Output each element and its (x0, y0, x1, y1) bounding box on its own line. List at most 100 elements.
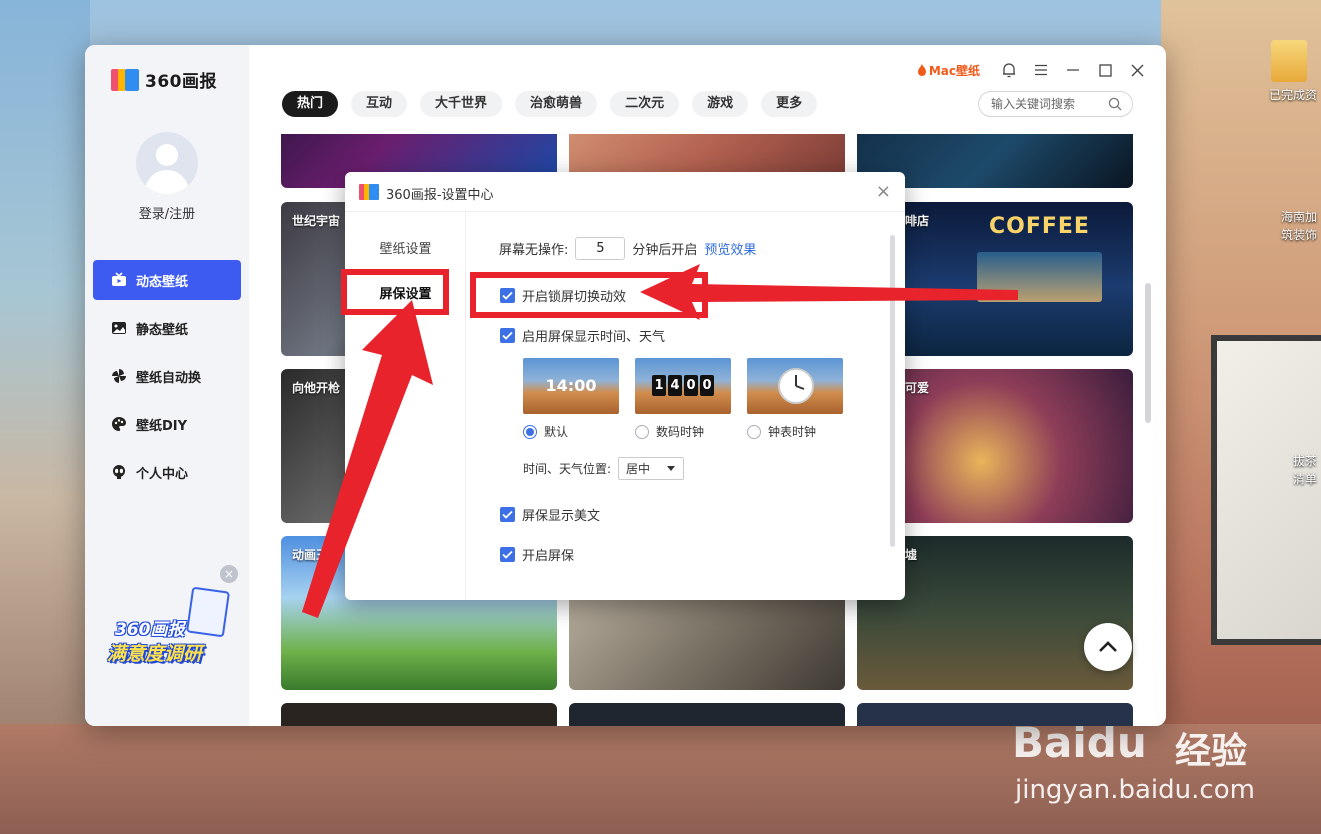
logo-text: 360画报 (145, 72, 217, 92)
tab-interactive[interactable]: 互动 (351, 91, 408, 117)
desktop-label-2b[interactable]: 筑装饰 (1281, 226, 1317, 243)
scroll-to-top-button[interactable] (1084, 623, 1132, 671)
watermark-url: jingyan.baidu.com (1015, 775, 1255, 805)
tile-label: 可爱 (905, 381, 930, 395)
tab-hot[interactable]: 热门 (282, 91, 339, 117)
desktop-monitor-decoration (1211, 335, 1321, 645)
desktop-file-label[interactable]: 已完成资 (1269, 86, 1317, 103)
desktop-label-2a[interactable]: 海南加 (1281, 208, 1317, 225)
radio-icon[interactable] (747, 424, 761, 439)
thumb-default-time: 14:00 (545, 376, 597, 395)
tile-label: 向他开枪 (292, 381, 341, 395)
grid-scrollbar[interactable] (1145, 283, 1151, 423)
radio-icon[interactable] (635, 424, 649, 439)
option-label: 启用屏保显示时间、天气 (522, 330, 666, 345)
radio-selected-icon[interactable] (523, 424, 537, 439)
sidebar-item-personal-center[interactable]: 个人中心 (93, 452, 241, 492)
avatar[interactable] (136, 132, 198, 194)
search-icon[interactable] (1108, 97, 1122, 114)
checkbox-checked-icon[interactable] (500, 328, 515, 343)
style-option-label: 数码时钟 (656, 425, 705, 439)
flame-icon (917, 64, 926, 76)
tile-label: 墟 (905, 548, 918, 562)
dialog-close-button[interactable]: × (876, 181, 891, 202)
search-input[interactable] (991, 97, 1103, 111)
sidebar-item-label: 壁纸自动换 (136, 370, 202, 386)
style-thumb-default[interactable]: 14:00 (523, 358, 619, 414)
minimize-icon[interactable] (1064, 61, 1082, 79)
idle-minutes-input[interactable] (575, 237, 626, 260)
menu-icon[interactable] (1032, 61, 1050, 79)
desktop-label-3b[interactable]: 清单 (1293, 470, 1317, 487)
wallpaper-tile[interactable] (857, 703, 1133, 726)
maximize-icon[interactable] (1096, 61, 1114, 79)
sidebar-item-diy[interactable]: 壁纸DIY (93, 404, 241, 444)
tile-label: 动画王国 (292, 548, 341, 562)
mac-wallpaper-label: Mac壁纸 (928, 63, 980, 78)
category-tabs: 热门 互动 大千世界 治愈萌兽 二次元 游戏 更多 (282, 91, 818, 117)
style-thumb-digital[interactable]: 1 4 0 0 (635, 358, 731, 414)
alien-user-icon (111, 464, 127, 480)
clipboard-icon (185, 586, 231, 638)
idle-suffix: 分钟后开启 (632, 243, 698, 258)
palette-icon (111, 416, 127, 432)
style-thumb-analog[interactable] (747, 358, 843, 414)
image-icon (111, 320, 127, 336)
tab-more[interactable]: 更多 (761, 91, 818, 117)
sidebar-item-label: 壁纸DIY (136, 418, 188, 434)
analog-clock-icon (778, 368, 814, 404)
login-link[interactable]: 登录/注册 (85, 203, 249, 222)
logo-icon (111, 68, 139, 91)
caret-down-icon (667, 466, 676, 471)
wallpaper-tile[interactable] (569, 703, 845, 726)
tile-label: 啡店 (905, 214, 930, 228)
style-option-label: 钟表时钟 (768, 425, 817, 439)
bell-icon[interactable] (1000, 61, 1018, 79)
dialog-scrollbar[interactable] (890, 235, 895, 547)
close-icon[interactable] (1128, 61, 1146, 79)
sidebar-item-label: 静态壁纸 (136, 322, 189, 338)
checkbox-checked-icon[interactable] (500, 507, 515, 522)
coffee-sign: COFFEE (989, 214, 1090, 239)
tab-anime[interactable]: 二次元 (610, 91, 680, 117)
style-option-digital[interactable]: 数码时钟 (635, 423, 704, 440)
option-label: 屏保显示美文 (522, 509, 601, 524)
style-option-analog[interactable]: 钟表时钟 (747, 423, 816, 440)
annotation-box-lock-option (470, 272, 708, 318)
option-show-text[interactable]: 屏保显示美文 (500, 505, 600, 524)
digit: 4 (668, 375, 682, 396)
survey-line1: 360画报 (115, 620, 185, 640)
digital-clock: 1 4 0 0 (652, 375, 714, 396)
position-select[interactable]: 居中 (618, 457, 685, 480)
survey-line2: 满意度调研 (107, 643, 203, 665)
sidebar-item-dynamic-wallpaper[interactable]: 动态壁纸 (93, 260, 241, 300)
sidebar-item-label: 个人中心 (136, 466, 189, 482)
style-option-default[interactable]: 默认 (523, 423, 568, 440)
mac-wallpaper-link[interactable]: Mac壁纸 (917, 62, 980, 79)
desktop-label-3a[interactable]: 拔茶 (1293, 452, 1317, 469)
wallpaper-tile[interactable] (281, 703, 557, 726)
checkbox-checked-icon[interactable] (500, 547, 515, 562)
sidebar-item-auto-change[interactable]: 壁纸自动换 (93, 356, 241, 396)
digit: 0 (700, 375, 714, 396)
sidebar-item-static-wallpaper[interactable]: 静态壁纸 (93, 308, 241, 348)
sidebar: 360画报 登录/注册 动态壁纸 静态壁纸 壁纸自动换 壁纸DIY 个人中心 ×… (85, 45, 249, 726)
tab-cute-pets[interactable]: 治愈萌兽 (515, 91, 598, 117)
watermark-cn: 经验 (1175, 731, 1248, 772)
dialog-tab-basic[interactable]: 基 (345, 326, 459, 345)
option-label: 开启屏保 (522, 549, 575, 564)
dialog-title: 360画报-设置中心 (386, 188, 494, 203)
desktop-folder-icon[interactable] (1271, 40, 1307, 82)
tab-world[interactable]: 大千世界 (420, 91, 503, 117)
option-enable-screensaver[interactable]: 开启屏保 (500, 545, 574, 564)
preview-link[interactable]: 预览效果 (704, 239, 756, 258)
titlebar-controls: Mac壁纸 (917, 61, 1146, 79)
digit: 1 (652, 375, 666, 396)
survey-close-button[interactable]: × (220, 565, 238, 583)
dialog-tab-wallpaper[interactable]: 壁纸设置 (345, 238, 466, 257)
position-row: 时间、天气位置: 居中 (523, 457, 685, 480)
dialog-header: 360画报-设置中心 × (345, 172, 905, 212)
option-show-time[interactable]: 启用屏保显示时间、天气 (500, 326, 665, 345)
tab-games[interactable]: 游戏 (692, 91, 749, 117)
survey-banner[interactable]: 360画报 满意度调研 (105, 585, 233, 675)
